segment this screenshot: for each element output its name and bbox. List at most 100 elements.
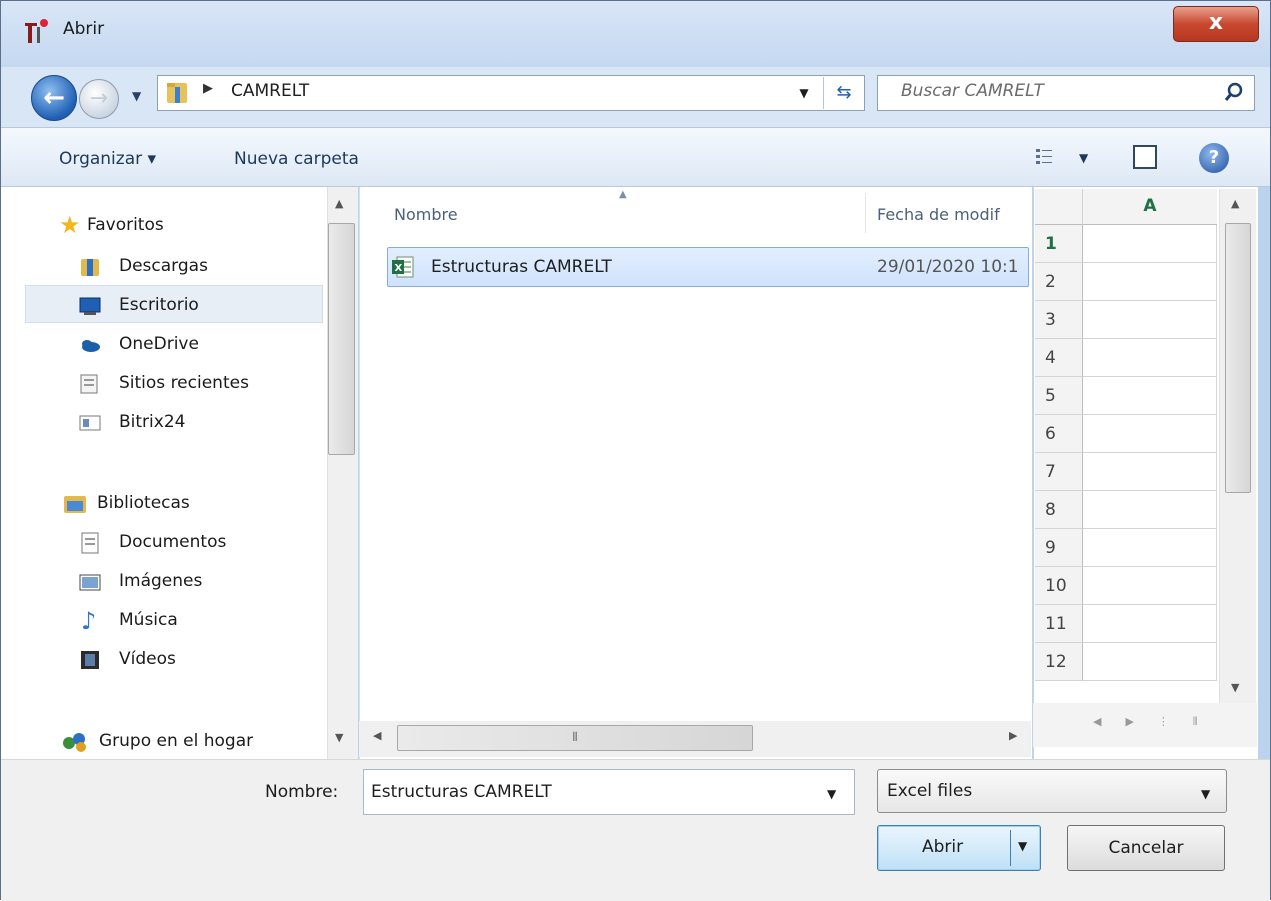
pictures-icon [79, 574, 101, 591]
sidebar-item-descargas[interactable]: Descargas [119, 256, 208, 276]
row-number: 2 [1035, 263, 1083, 301]
videos-icon [81, 651, 99, 669]
sidebar-item-onedrive[interactable]: OneDrive [119, 334, 199, 354]
title-bar [1, 1, 1270, 67]
sidebar-item-sitios-recientes[interactable]: Sitios recientes [119, 373, 249, 393]
forward-arrow-icon: → [89, 86, 109, 111]
sidebar-item-documentos[interactable]: Documentos [119, 532, 226, 552]
grid-cell [1083, 491, 1217, 529]
row-number: 8 [1035, 491, 1083, 529]
breadcrumb-current[interactable]: CAMRELT [231, 81, 309, 101]
open-options-dropdown-icon[interactable]: ▼ [1018, 839, 1027, 853]
scroll-left-icon[interactable]: ◀ [373, 729, 381, 742]
grid-cell [1083, 263, 1217, 301]
preview-scroll-down-icon[interactable]: ▼ [1231, 681, 1239, 694]
nav-scroll-thumb[interactable] [328, 223, 355, 455]
sidebar-item-bitrix24[interactable]: Bitrix24 [119, 412, 185, 432]
file-date[interactable]: 29/01/2020 10:1 [877, 257, 1027, 277]
file-name[interactable]: Estructuras CAMRELT [431, 257, 612, 277]
view-icon[interactable] [1035, 147, 1053, 165]
column-header-date[interactable]: Fecha de modif [877, 205, 1000, 224]
search-placeholder[interactable]: Buscar CAMRELT [901, 81, 1044, 101]
sidebar-item-grupo-hogar[interactable]: Grupo en el hogar [99, 731, 253, 751]
file-type-dropdown-icon[interactable]: ▼ [1201, 787, 1210, 801]
svg-text:X: X [395, 263, 403, 274]
desktop-icon [79, 297, 101, 315]
split-divider [1010, 830, 1011, 866]
organize-button[interactable]: Organizar ▾ [59, 149, 156, 169]
filename-label: Nombre: [265, 782, 339, 802]
row-number: 4 [1035, 339, 1083, 377]
grid-cell [1083, 453, 1217, 491]
preview-scroll-up-icon[interactable]: ▲ [1231, 197, 1239, 210]
sidebar-item-videos[interactable]: Vídeos [119, 649, 176, 669]
history-dropdown-icon[interactable]: ▼ [132, 89, 141, 103]
view-dropdown-icon[interactable]: ▼ [1079, 151, 1088, 165]
grid-cell [1083, 339, 1217, 377]
open-button-label[interactable]: Abrir [922, 837, 963, 857]
documents-icon [81, 532, 99, 554]
sidebar-item-bibliotecas[interactable]: Bibliotecas [97, 493, 190, 513]
nav-scroll-down-icon[interactable]: ▼ [335, 731, 343, 744]
address-dropdown-icon[interactable]: ▼ [787, 77, 821, 109]
sort-ascending-icon: ▲ [619, 189, 627, 200]
scroll-right-icon[interactable]: ▶ [1009, 729, 1017, 742]
help-icon[interactable]: ? [1199, 143, 1229, 173]
grid-cell [1083, 605, 1217, 643]
row-number: 12 [1035, 643, 1083, 681]
back-button[interactable]: ← [31, 75, 77, 121]
row-number: 7 [1035, 453, 1083, 491]
column-divider[interactable] [865, 193, 866, 233]
row-number: 10 [1035, 567, 1083, 605]
sheet-nav-icons[interactable]: ◀▶⋮⫴ [1093, 715, 1222, 729]
app-icon [25, 19, 48, 43]
cancel-button[interactable]: Cancelar [1067, 825, 1225, 871]
downloads-icon [81, 259, 99, 276]
sidebar-item-musica[interactable]: Música [119, 610, 178, 630]
breadcrumb-chevron-icon[interactable]: ▶ [203, 81, 213, 96]
grid-cell [1083, 529, 1217, 567]
folder-icon [167, 83, 187, 103]
bitrix-icon [79, 415, 101, 431]
grid-cell [1083, 377, 1217, 415]
forward-button[interactable]: → [79, 79, 119, 119]
row-number: 6 [1035, 415, 1083, 453]
grid-cell [1083, 643, 1217, 681]
close-button[interactable]: x [1173, 6, 1259, 42]
grid-corner [1035, 189, 1083, 225]
dialog-title: Abrir [63, 19, 105, 39]
file-type-value[interactable]: Excel files [887, 781, 972, 801]
recent-places-icon [80, 374, 98, 394]
new-folder-button[interactable]: Nueva carpeta [234, 149, 359, 169]
preview-pane-icon[interactable] [1133, 145, 1157, 169]
open-dialog: Abrir x ← → ▼ ▶ CAMRELT ▼ ⇆ Buscar CAMRE… [0, 0, 1271, 901]
filename-value[interactable]: Estructuras CAMRELT [371, 782, 552, 802]
open-button[interactable]: Abrir ▼ [877, 825, 1041, 871]
sidebar-item-favoritos[interactable]: Favoritos [87, 215, 164, 235]
homegroup-icon [63, 733, 86, 752]
music-icon: ♪ [81, 607, 97, 635]
row-number: 5 [1035, 377, 1083, 415]
nav-scroll-up-icon[interactable]: ▲ [335, 197, 343, 210]
grid-cell [1083, 225, 1217, 263]
excel-file-icon: X [392, 256, 414, 278]
column-header-name[interactable]: Nombre [394, 205, 458, 224]
row-number: 11 [1035, 605, 1083, 643]
row-number: 1 [1035, 225, 1083, 263]
onedrive-icon [82, 340, 100, 352]
column-header-a: A [1083, 189, 1217, 225]
file-hscroll-thumb[interactable]: ⫴ [397, 725, 753, 751]
grid-cell [1083, 567, 1217, 605]
grid-cell [1083, 301, 1217, 339]
star-icon: ★ [59, 211, 81, 239]
libraries-icon [64, 496, 86, 513]
row-number: 9 [1035, 529, 1083, 567]
sidebar-item-escritorio[interactable]: Escritorio [119, 295, 199, 315]
preview-scroll-thumb[interactable] [1225, 223, 1251, 493]
search-icon[interactable] [1223, 81, 1245, 103]
refresh-icon[interactable]: ⇆ [823, 77, 864, 109]
filename-dropdown-icon[interactable]: ▼ [827, 787, 836, 801]
sidebar-item-imagenes[interactable]: Imágenes [119, 571, 202, 591]
grid-cell [1083, 415, 1217, 453]
back-arrow-icon: ← [43, 83, 65, 113]
